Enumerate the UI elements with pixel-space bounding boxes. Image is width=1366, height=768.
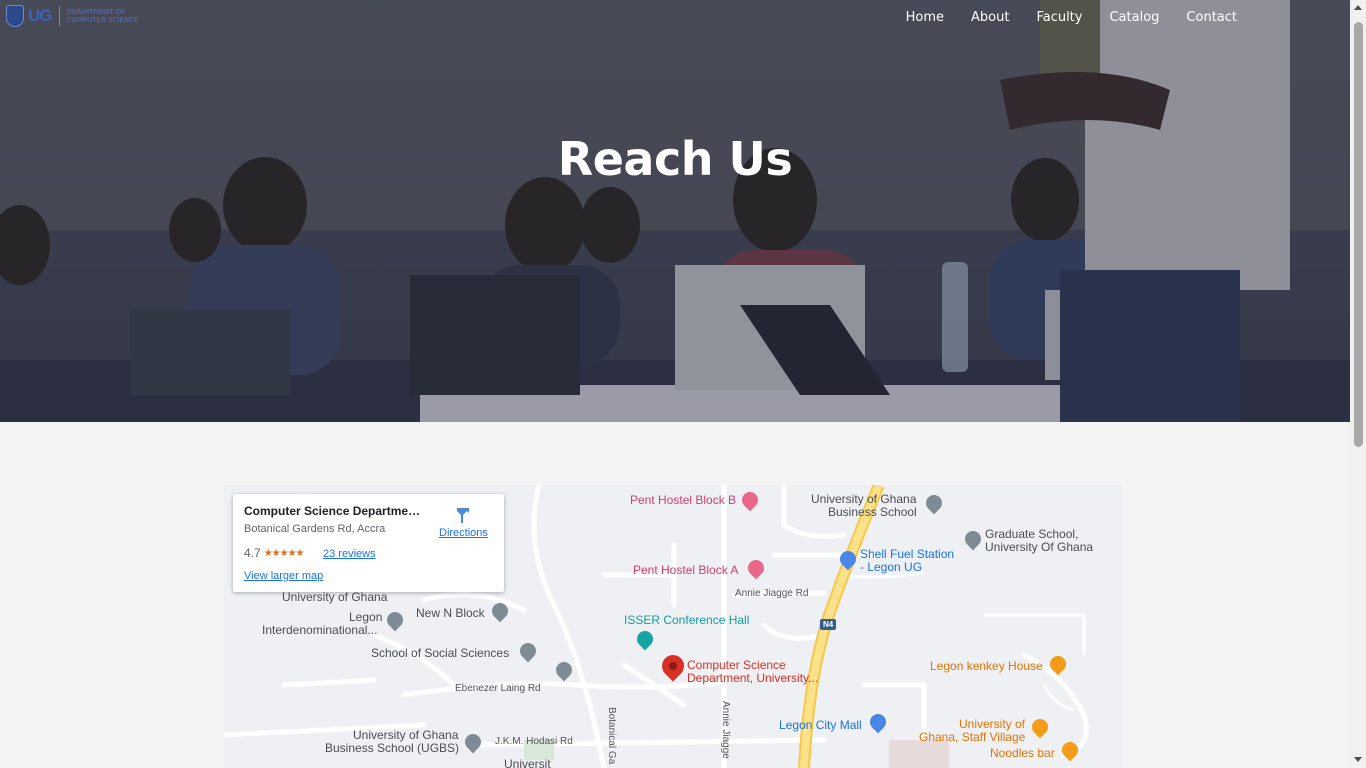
rating-stars-icon: ★★★★★ [263,547,305,559]
map-label-pent-a[interactable]: Pent Hostel Block A [633,564,738,577]
map-label-uog[interactable]: University of Ghana [282,591,387,604]
map-label-kenkey[interactable]: Legon kenkey House [930,660,1043,673]
map-label-isser[interactable]: ISSER Conference Hall [624,614,749,627]
nav-home[interactable]: Home [906,10,944,25]
rating-value: 4.7 [244,546,261,560]
page-title: Reach Us [557,132,793,186]
map-label-new-n-block[interactable]: New N Block [416,607,485,620]
view-larger-map-link[interactable]: View larger map [244,570,323,582]
map-label-univ-bottom[interactable]: Universit [504,758,551,768]
university-crest-icon [6,5,24,27]
map-label-legon-mall[interactable]: Legon City Mall [779,719,862,732]
map-label-shell-2[interactable]: - Legon UG [860,561,922,574]
map-label-annie-jiagge: Annie Jiagge Rd [735,588,809,599]
map-label-annie-vertical: Annie Jiagge [720,701,731,759]
nav-menu: Home About Faculty Catalog Contact [879,10,1237,25]
nav-contact[interactable]: Contact [1186,10,1237,25]
map-label-social-sciences[interactable]: School of Social Sciences [371,647,509,660]
map-label-ugbs2-2[interactable]: Business School (UGBS) [325,742,459,755]
nav-faculty[interactable]: Faculty [1036,10,1082,25]
map-label-cs-2[interactable]: Department, University... [687,672,818,685]
directions-icon[interactable] [454,506,472,524]
hero-banner: UG DEPARTMENT OF COMPUTER SCIENCE Home A… [0,0,1350,422]
place-info-card: Computer Science Departmen... Botanical … [233,494,504,592]
directions-link[interactable]: Directions [439,527,488,539]
route-shield-n4: N4 [820,619,837,630]
logo-line-1: DEPARTMENT OF [66,8,126,16]
map-label-botanical: Botanical Ga [606,707,617,765]
top-navigation: UG DEPARTMENT OF COMPUTER SCIENCE Home A… [0,0,1350,36]
page-scrollbar[interactable] [1350,0,1366,768]
place-rating: 4.7 ★★★★★ [244,546,305,560]
logo-abbreviation: UG [28,6,52,25]
map-label-staff-village-2[interactable]: Ghana, Staff Village [919,731,1025,744]
map-label-grad-2[interactable]: University Of Ghana [985,541,1093,554]
logo-line-2: COMPUTER SCIENCE [66,16,139,24]
embedded-map[interactable]: N4 Pent Hostel Block B Pent Hostel Block… [224,485,1123,768]
map-label-ugbs-2[interactable]: Business School [828,506,917,519]
map-label-pent-b[interactable]: Pent Hostel Block B [630,494,736,507]
department-logo[interactable]: UG DEPARTMENT OF COMPUTER SCIENCE [6,4,171,28]
nav-about[interactable]: About [971,10,1009,25]
nav-catalog[interactable]: Catalog [1109,10,1159,25]
scrollbar-thumb[interactable] [1354,22,1363,447]
scroll-up-arrow-icon[interactable] [1354,5,1362,10]
reviews-link[interactable]: 23 reviews [323,548,376,560]
map-label-legon-2[interactable]: Interdenominational... [262,624,377,637]
place-address: Botanical Gardens Rd, Accra [244,523,386,535]
scroll-down-arrow-icon[interactable] [1354,757,1362,762]
map-label-hodasi: J.K.M. Hodasi Rd [495,736,573,747]
map-label-ebenezer: Ebenezer Laing Rd [455,683,541,694]
place-name: Computer Science Departmen... [244,504,424,518]
map-label-noodles[interactable]: Noodles bar [990,747,1055,760]
